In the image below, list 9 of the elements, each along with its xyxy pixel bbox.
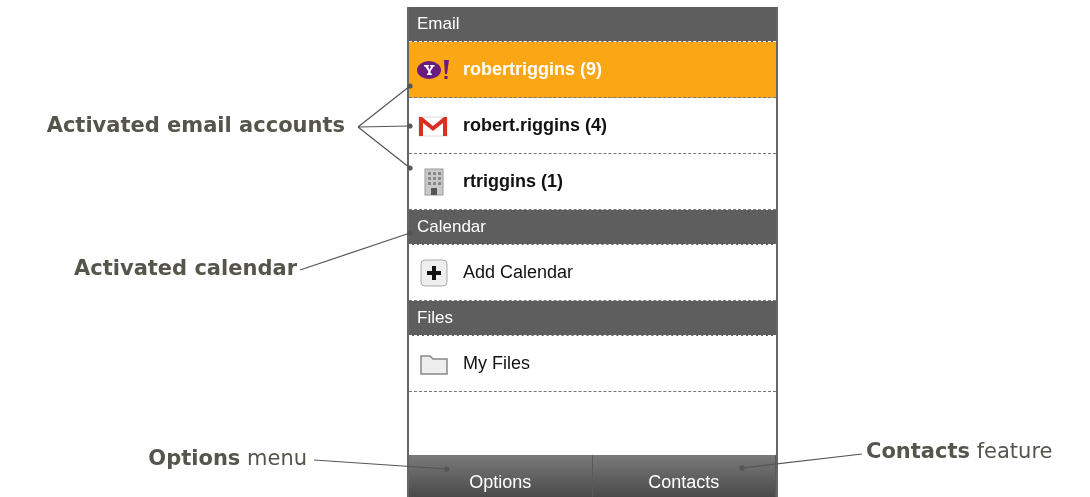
callout-label: Options menu — [148, 446, 307, 470]
list-item[interactable]: robert.riggins (4) — [409, 98, 776, 154]
callout-label: Contacts feature — [866, 439, 1053, 463]
section-header: Calendar — [409, 210, 776, 245]
callout-label: Activated calendar — [74, 256, 297, 280]
callout-label: Activated email accounts — [46, 113, 345, 137]
list-item[interactable]: My Files — [409, 336, 776, 392]
section-header: Files — [409, 301, 776, 336]
section-header: Email — [409, 7, 776, 42]
